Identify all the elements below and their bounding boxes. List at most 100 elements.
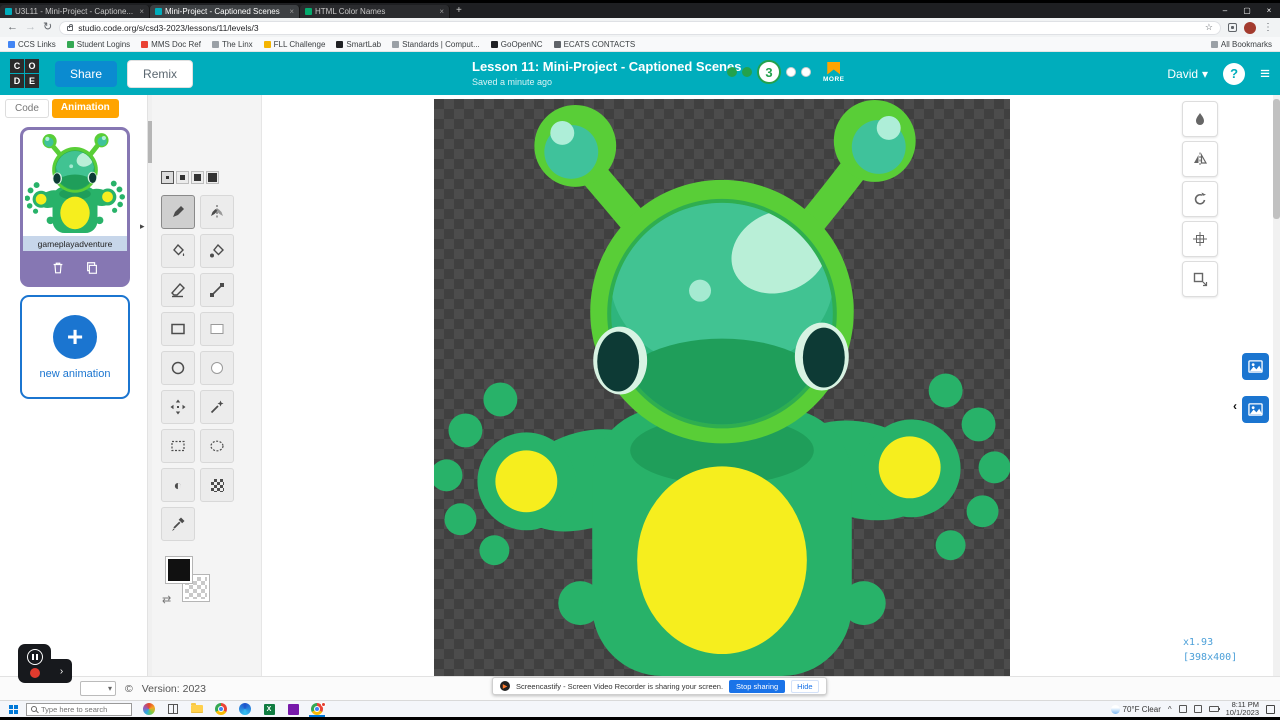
tray-icon[interactable]	[1178, 705, 1187, 713]
image-panel-button-2[interactable]	[1242, 396, 1269, 423]
scrollbar-thumb[interactable]	[1273, 99, 1280, 219]
chrome-active-button[interactable]	[305, 701, 329, 717]
purple-app-button[interactable]	[281, 701, 305, 717]
pen-size-4[interactable]	[206, 171, 219, 184]
magic-wand-select-tool[interactable]	[200, 390, 234, 424]
window-maximize-button[interactable]: ▢	[1236, 3, 1258, 17]
expand-recorder-button[interactable]: ›	[51, 659, 72, 683]
browser-tab-2-active[interactable]: Mini-Project - Captioned Scenes ×	[150, 5, 300, 18]
chrome-button[interactable]	[209, 701, 233, 717]
pen-size-3[interactable]	[191, 171, 204, 184]
all-bookmarks-button[interactable]: All Bookmarks	[1210, 40, 1272, 49]
stop-sharing-button[interactable]: Stop sharing	[729, 679, 786, 693]
selected-animation-card[interactable]	[20, 127, 130, 287]
bookmark-item[interactable]: The Linx	[211, 40, 253, 49]
window-close-button[interactable]: ×	[1258, 3, 1280, 17]
tab-code[interactable]: Code	[5, 99, 49, 118]
new-tab-button[interactable]: +	[456, 5, 462, 16]
bookmark-item[interactable]: FLL Challenge	[263, 40, 325, 49]
help-button[interactable]: ?	[1223, 62, 1246, 85]
lasso-select-tool[interactable]	[200, 429, 234, 463]
filled-circle-tool[interactable]	[200, 351, 234, 385]
new-animation-button[interactable]: + new animation	[20, 295, 130, 399]
tab-close-icon[interactable]: ×	[289, 7, 294, 16]
action-center-icon[interactable]	[1266, 704, 1275, 714]
file-explorer-button[interactable]	[185, 701, 209, 717]
record-dot-icon[interactable]	[29, 668, 40, 678]
reload-button[interactable]: ↻	[43, 22, 52, 33]
image-panel-button-1[interactable]	[1242, 353, 1269, 380]
bookmark-item[interactable]: SmartLab	[336, 40, 381, 49]
recorder-controls[interactable]	[18, 644, 51, 683]
tab-close-icon[interactable]: ×	[139, 7, 144, 16]
codeorg-logo[interactable]: C O D E	[10, 59, 39, 88]
dithering-tool[interactable]	[200, 468, 234, 502]
colorswap-bucket-tool[interactable]	[200, 234, 234, 268]
primary-color-swatch[interactable]	[166, 557, 192, 583]
drawing-canvas[interactable]	[434, 99, 1010, 676]
taskbar-search[interactable]	[26, 702, 132, 716]
extensions-icon[interactable]	[1228, 23, 1237, 32]
window-minimize-button[interactable]: –	[1214, 3, 1236, 17]
bookmark-item[interactable]: Standards | Comput...	[392, 40, 480, 49]
tray-icon[interactable]	[1193, 705, 1202, 713]
bookmark-item[interactable]: MMS Doc Ref	[141, 40, 201, 49]
vertical-mirror-pen-tool[interactable]	[200, 195, 234, 229]
share-button[interactable]: Share	[55, 60, 118, 87]
align-center-button[interactable]	[1182, 221, 1218, 257]
back-button[interactable]: ←	[7, 22, 18, 33]
tray-expand-icon[interactable]: ^	[1168, 705, 1172, 714]
level-dot-upcoming[interactable]	[801, 67, 811, 77]
level-dot-complete[interactable]	[727, 67, 737, 77]
address-bar[interactable]: studio.code.org/s/csd3-2023/lessons/11/l…	[59, 20, 1221, 35]
more-levels-button[interactable]: MORE	[823, 61, 845, 83]
excel-button[interactable]: X	[257, 701, 281, 717]
circle-tool[interactable]	[161, 351, 195, 385]
lighten-tool[interactable]: ◐	[161, 468, 195, 502]
current-level-bubble[interactable]: 3	[757, 60, 781, 84]
invert-colors-button[interactable]	[1182, 101, 1218, 137]
stroke-tool[interactable]	[200, 273, 234, 307]
bookmark-item[interactable]: CCS Links	[8, 40, 56, 49]
start-button[interactable]	[0, 701, 26, 717]
forward-button[interactable]: →	[25, 22, 36, 33]
rectangle-tool[interactable]	[161, 312, 195, 346]
flip-button[interactable]	[1182, 141, 1218, 177]
crop-resize-button[interactable]	[1182, 261, 1218, 297]
profile-avatar[interactable]	[1244, 21, 1256, 34]
task-view-button[interactable]	[161, 701, 185, 717]
taskbar-app-colorful[interactable]	[137, 701, 161, 717]
bookmark-star-icon[interactable]: ☆	[1205, 22, 1213, 33]
weather-widget[interactable]: 70°F Clear	[1110, 704, 1161, 714]
bookmark-item[interactable]: Student Logins	[66, 40, 130, 49]
bookmark-item[interactable]: ECATS CONTACTS	[553, 40, 635, 49]
bookmark-item[interactable]: GoOpenNC	[490, 40, 543, 49]
battery-icon[interactable]	[1208, 706, 1220, 712]
remix-button[interactable]: Remix	[127, 59, 194, 88]
panel-resize-handle[interactable]: ▸	[140, 221, 145, 232]
rect-select-tool[interactable]	[161, 429, 195, 463]
pen-tool[interactable]	[161, 195, 195, 229]
pause-icon[interactable]	[26, 649, 43, 665]
move-tool[interactable]	[161, 390, 195, 424]
browser-tab-3[interactable]: HTML Color Names ×	[300, 5, 450, 18]
version-select[interactable]: ▾	[80, 681, 116, 696]
taskbar-clock[interactable]: 8:11 PM 10/1/2023	[1226, 701, 1259, 717]
collapse-panel-chevron[interactable]: ‹	[1233, 399, 1237, 413]
page-scrollbar[interactable]	[1273, 95, 1280, 676]
hide-banner-button[interactable]: Hide	[791, 679, 819, 693]
filled-rectangle-tool[interactable]	[200, 312, 234, 346]
browser-tab-1[interactable]: U3L11 - Mini-Project - Captione... ×	[0, 5, 150, 18]
level-dot-complete[interactable]	[742, 67, 752, 77]
pen-size-2[interactable]	[176, 171, 189, 184]
eraser-tool[interactable]	[161, 273, 195, 307]
swap-colors-icon[interactable]: ⇄	[162, 593, 171, 606]
animation-thumbnail[interactable]	[23, 130, 127, 236]
hamburger-menu-icon[interactable]: ≡	[1260, 65, 1270, 82]
tab-animation[interactable]: Animation	[51, 99, 119, 118]
paint-bucket-tool[interactable]	[161, 234, 195, 268]
search-input[interactable]	[41, 704, 121, 714]
pen-size-1[interactable]	[161, 171, 174, 184]
level-dot-upcoming[interactable]	[786, 67, 796, 77]
tab-close-icon[interactable]: ×	[439, 7, 444, 16]
